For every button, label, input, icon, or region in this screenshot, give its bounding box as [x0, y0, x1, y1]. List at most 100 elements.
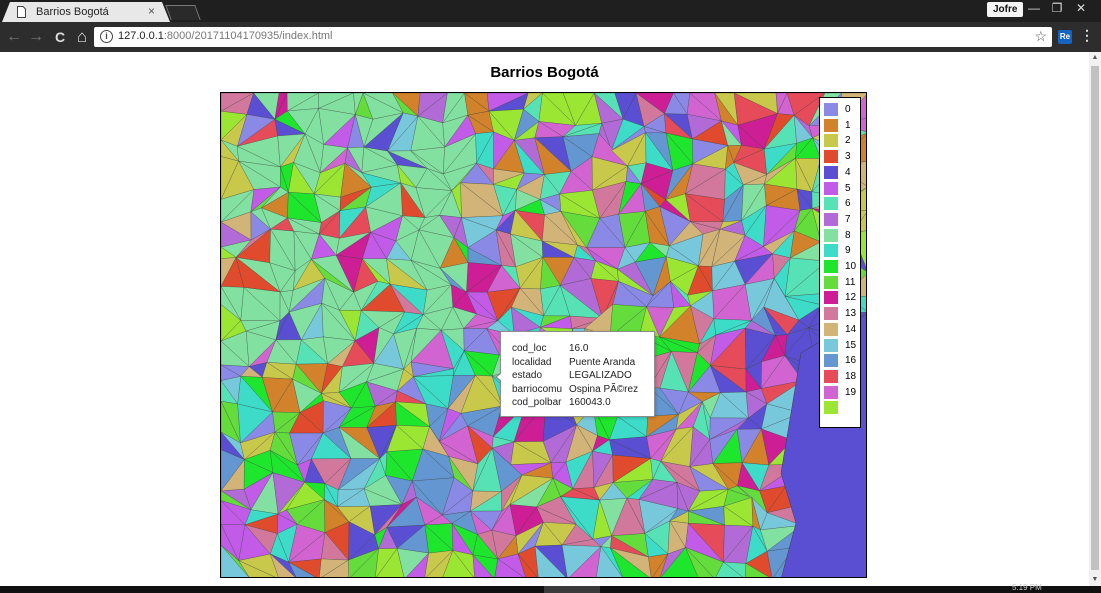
tooltip-value: Ospina PÃ©rez: [569, 383, 639, 395]
legend-item: 1: [824, 118, 860, 132]
legend-item: 14: [824, 322, 860, 336]
legend-swatch: [824, 228, 838, 242]
tooltip-value: 160043.0: [569, 397, 611, 408]
legend-label: 10: [845, 261, 857, 272]
legend-swatch: [824, 118, 838, 132]
legend-item: 2: [824, 133, 860, 148]
legend-item: 7: [824, 212, 860, 226]
profile-button[interactable]: Jofre: [987, 2, 1024, 17]
legend-swatch: [824, 275, 838, 289]
legend-label: 19: [845, 386, 857, 398]
tooltip-value: 16.0: [569, 343, 589, 354]
os-taskbar: 5:19 PM: [0, 583, 1101, 593]
site-info-icon[interactable]: i: [100, 30, 113, 43]
legend-item: 12: [824, 290, 860, 305]
legend-item: 15: [824, 338, 860, 352]
tab-close-icon[interactable]: ×: [148, 5, 155, 18]
legend-label: 5: [845, 182, 851, 194]
legend-swatch: [824, 134, 838, 148]
tooltip-key: estado: [512, 370, 543, 381]
legend: 0 1 2 3 4 5 6 7 8 9 10 11 12 13 14 15 16 18 19: [819, 97, 861, 428]
restore-icon[interactable]: ❐: [1044, 0, 1070, 17]
legend-label: 18: [845, 370, 857, 382]
scroll-down-icon[interactable]: ▼: [1089, 574, 1101, 586]
legend-label: 13: [845, 308, 857, 320]
tab-title: Barrios Bogotá: [36, 6, 109, 18]
reload-icon[interactable]: C: [50, 27, 70, 47]
address-bar[interactable]: i 127.0.0.1:8000/20171104170935/index.ht…: [94, 27, 1052, 47]
legend-label: 4: [845, 166, 851, 178]
legend-swatch: [824, 197, 838, 211]
legend-swatch: [824, 260, 838, 273]
legend-item: 9: [824, 243, 860, 258]
page-icon: [17, 6, 26, 18]
feature-tooltip: cod_loc 16.0 localidad Puente Aranda estado L…: [495, 331, 655, 417]
page-content: Barrios Bogotá: [0, 52, 1089, 586]
legend-swatch: [824, 338, 838, 352]
legend-label: 16: [845, 355, 857, 367]
taskbar-clock: 5:19 PM: [1012, 583, 1042, 592]
legend-label: 1: [845, 119, 851, 131]
legend-swatch: [824, 385, 838, 399]
extension-icon[interactable]: Re: [1058, 30, 1072, 44]
legend-item: 11: [824, 275, 860, 289]
tooltip-key: cod_polbar: [512, 397, 562, 408]
legend-item: 3: [824, 149, 860, 164]
forward-icon[interactable]: →: [26, 27, 46, 47]
legend-item: 6: [824, 196, 860, 211]
tooltip-key: localidad: [512, 356, 552, 368]
tooltip-value: Puente Aranda: [569, 356, 636, 368]
taskbar-chrome-item[interactable]: [544, 586, 600, 593]
page-title: Barrios Bogotá: [490, 64, 599, 81]
legend-label: 7: [845, 213, 851, 225]
legend-swatch: [824, 322, 838, 336]
scroll-up-icon[interactable]: ▲: [1089, 52, 1101, 64]
legend-swatch: [824, 244, 838, 258]
legend-label: 11: [845, 276, 856, 288]
browser-toolbar: ← → C ⌂ i 127.0.0.1:8000/20171104170935/…: [0, 22, 1101, 52]
legend-item: [824, 400, 860, 415]
legend-label: 15: [845, 339, 857, 351]
url-host: 127.0.0.1: [118, 30, 164, 42]
legend-swatch: [824, 181, 838, 195]
tooltip-key: cod_loc: [512, 343, 547, 354]
browser-tab[interactable]: Barrios Bogotá ×: [2, 2, 170, 22]
legend-swatch: [824, 165, 838, 179]
legend-swatch: [824, 291, 838, 305]
legend-label: 9: [845, 245, 851, 257]
scroll-thumb[interactable]: [1091, 66, 1099, 570]
legend-label: 14: [845, 323, 857, 335]
legend-swatch: [824, 354, 838, 368]
url-path: :8000/20171104170935/index.html: [163, 30, 333, 42]
legend-item: 13: [824, 306, 860, 321]
legend-item: 4: [824, 165, 860, 179]
home-icon[interactable]: ⌂: [72, 27, 92, 47]
legend-label: 2: [845, 135, 851, 147]
vertical-scrollbar[interactable]: ▲ ▼: [1089, 52, 1101, 586]
new-tab-button[interactable]: [165, 5, 201, 20]
legend-swatch: [824, 369, 838, 383]
legend-item: 8: [824, 228, 860, 242]
menu-icon[interactable]: ⋮: [1080, 27, 1094, 44]
legend-item: 19: [824, 385, 860, 399]
tab-strip: Barrios Bogotá × Jofre — ❐ ✕: [0, 0, 1101, 22]
legend-swatch: [824, 150, 838, 164]
tooltip-key: barriocomu: [512, 383, 563, 395]
legend-swatch: [824, 401, 838, 415]
legend-item: 0: [824, 102, 860, 116]
legend-label: 3: [845, 151, 851, 163]
legend-label: 12: [845, 292, 857, 304]
legend-swatch: [824, 103, 838, 116]
legend-item: 5: [824, 181, 860, 195]
url-text: 127.0.0.1:8000/20171104170935/index.html: [118, 30, 332, 42]
legend-label: 6: [845, 198, 851, 210]
legend-label: 8: [845, 229, 851, 241]
tooltip-value: LEGALIZADO: [569, 370, 632, 381]
back-icon[interactable]: ←: [4, 27, 24, 47]
legend-item: 10: [824, 259, 860, 273]
legend-item: 16: [824, 353, 860, 368]
close-window-icon[interactable]: ✕: [1068, 0, 1094, 17]
bookmark-star-icon[interactable]: ☆: [1034, 28, 1047, 45]
legend-item: 18: [824, 369, 860, 383]
legend-swatch: [824, 212, 838, 226]
